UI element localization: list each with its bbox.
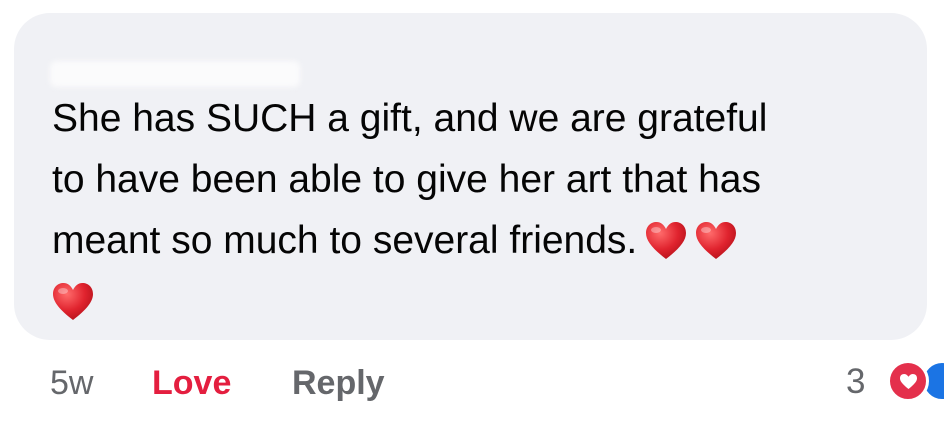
comment-actions-bar: 5w Love Reply 3 [0,356,944,408]
comment-timestamp[interactable]: 5w [50,364,93,403]
comment-text: She has SUCH a gift, and we are grateful… [52,88,922,332]
red-heart-icon [695,221,737,261]
red-heart-icon [52,282,94,322]
reaction-summary[interactable] [885,360,944,404]
comment-line-3: meant so much to several friends. [52,219,638,262]
love-button[interactable]: Love [152,364,231,403]
reply-button[interactable]: Reply [292,364,385,403]
redacted-author-name [50,61,300,87]
reaction-count[interactable]: 3 [846,362,865,402]
comment-line-1: She has SUCH a gift, and we are grateful [52,97,768,140]
love-reaction-icon [887,360,929,402]
red-heart-icon [645,221,687,261]
comment-line-2: to have been able to give her art that h… [52,158,761,201]
